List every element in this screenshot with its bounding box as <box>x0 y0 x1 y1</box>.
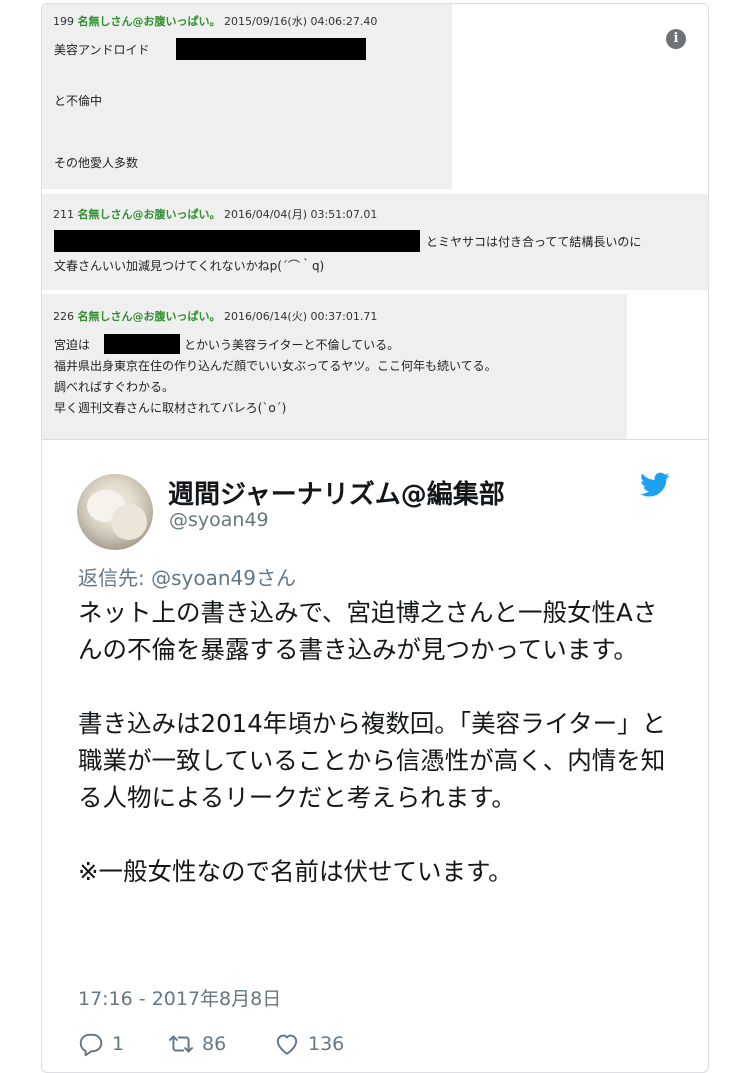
post-date: 2016/04/04(月) 03:51:07.01 <box>224 208 378 221</box>
poster-name: 名無しさん@お腹いっぱい。 <box>77 15 221 28</box>
post-line: 文春さんいい加減見つけてくれないかねp(´⌒｀q) <box>54 259 325 273</box>
info-icon[interactable]: i <box>666 29 686 49</box>
post-line: 福井県出身東京在住の作り込んだ顔でいい女ぶってるヤツ。ここ何年も続いてる。 <box>54 359 497 373</box>
post-date: 2015/09/16(水) 04:06:27.40 <box>224 15 378 28</box>
redaction-bar <box>176 38 366 60</box>
post-date: 2016/06/14(火) 00:37:01.71 <box>224 310 378 323</box>
user-handle[interactable]: @syoan49 <box>169 509 269 531</box>
post-line: 調べればすぐわかる。 <box>54 380 175 394</box>
retweet-count: 86 <box>202 1033 227 1055</box>
post-header: 199 名無しさん@お腹いっぱい。 2015/09/16(水) 04:06:27… <box>53 13 377 29</box>
embedded-tweet-card: 199 名無しさん@お腹いっぱい。 2015/09/16(水) 04:06:27… <box>41 3 709 1073</box>
poster-name: 名無しさん@お腹いっぱい。 <box>77 310 221 323</box>
reply-count: 1 <box>112 1033 125 1055</box>
bbs-post-226: 226 名無しさん@お腹いっぱい。 2016/06/14(火) 00:37:01… <box>42 294 627 439</box>
avatar-bear-shape <box>111 504 147 540</box>
poster-name: 名無しさん@お腹いっぱい。 <box>77 208 221 221</box>
post-line: と不倫中 <box>54 94 103 108</box>
like-button[interactable]: 136 <box>274 1029 344 1059</box>
post-line: とミヤサコは付き合ってて結構長いのに <box>426 235 642 249</box>
post-line: とかいう美容ライターと不倫している。 <box>184 338 400 352</box>
post-header: 226 名無しさん@お腹いっぱい。 2016/06/14(火) 00:37:01… <box>53 308 377 324</box>
reply-button[interactable]: 1 <box>78 1029 124 1059</box>
redaction-bar <box>54 230 420 252</box>
twitter-bird-icon[interactable] <box>640 472 670 498</box>
post-number: 199 <box>53 15 74 28</box>
post-line: 早く週刊文春さんに取材されてバレろ(`o´) <box>54 401 287 415</box>
tweet-text: ネット上の書き込みで、宮迫博之さんと一般女性Aさんの不倫を暴露する書き込みが見つ… <box>78 598 667 886</box>
retweet-button[interactable]: 86 <box>168 1029 226 1059</box>
like-count: 136 <box>308 1033 345 1055</box>
bbs-post-199: 199 名無しさん@お腹いっぱい。 2015/09/16(水) 04:06:27… <box>42 4 452 189</box>
bbs-screenshot: 199 名無しさん@お腹いっぱい。 2015/09/16(水) 04:06:27… <box>42 4 708 439</box>
post-line: 美容アンドロイド <box>54 43 150 57</box>
bbs-post-211: 211 名無しさん@お腹いっぱい。 2016/04/04(月) 03:51:07… <box>42 194 708 290</box>
heart-icon <box>276 1034 298 1055</box>
tweet-timestamp[interactable]: 17:16 - 2017年8月8日 <box>78 984 281 1011</box>
reply-to-label[interactable]: 返信先: @syoan49さん <box>78 562 296 591</box>
retweet-icon <box>168 1035 194 1053</box>
post-line: 宮迫は <box>54 338 91 352</box>
redaction-bar <box>104 334 180 354</box>
avatar[interactable] <box>77 474 153 550</box>
post-header: 211 名無しさん@お腹いっぱい。 2016/04/04(月) 03:51:07… <box>53 206 377 222</box>
post-number: 226 <box>53 310 74 323</box>
display-name[interactable]: 週間ジャーナリズム@編集部 <box>168 474 505 511</box>
divider <box>42 439 708 440</box>
post-line: その他愛人多数 <box>54 156 139 170</box>
reply-icon <box>79 1033 103 1057</box>
post-number: 211 <box>53 208 74 221</box>
